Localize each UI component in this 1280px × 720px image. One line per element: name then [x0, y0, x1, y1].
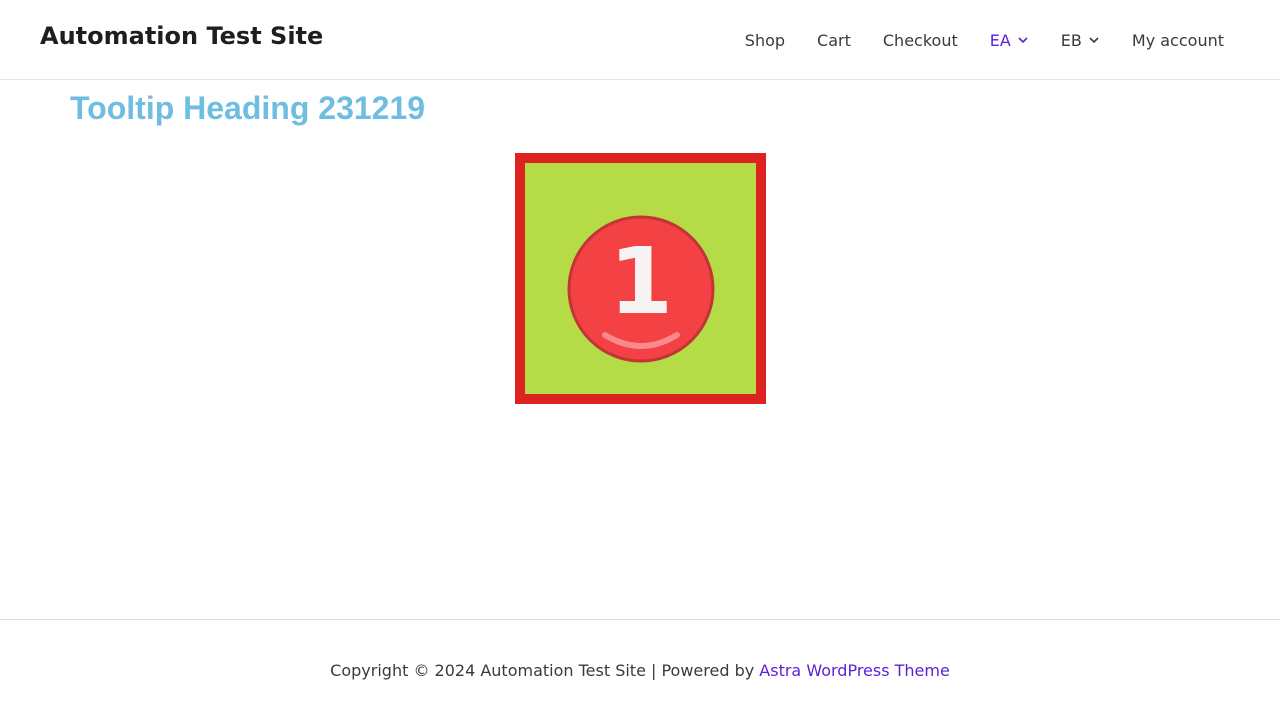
nav-item-ea-label: EA: [989, 30, 1011, 50]
nav-item-shop[interactable]: Shop: [729, 0, 801, 80]
footer-text: Copyright © 2024 Automation Test Site | …: [0, 661, 1280, 680]
nav-item-eb-label: EB: [1060, 30, 1082, 50]
tooltip-heading[interactable]: Tooltip Heading 231219: [70, 90, 425, 127]
site-footer: Copyright © 2024 Automation Test Site | …: [0, 619, 1280, 720]
chevron-down-icon[interactable]: [1017, 34, 1029, 46]
nav-item-ea[interactable]: EA: [974, 0, 1045, 80]
chevron-down-icon[interactable]: [1088, 34, 1100, 46]
copyright-text: Copyright © 2024 Automation Test Site | …: [330, 661, 760, 680]
nav-item-cart[interactable]: Cart: [801, 0, 867, 80]
site-title-link[interactable]: Automation Test Site: [40, 22, 323, 50]
nav-item-my-account-label: My account: [1131, 30, 1224, 50]
nav-item-my-account[interactable]: My account: [1116, 0, 1240, 80]
astra-theme-link[interactable]: Astra WordPress Theme: [759, 661, 950, 680]
badge-number: 1: [609, 228, 673, 335]
nav-item-cart-label: Cart: [817, 30, 851, 50]
nav-item-checkout-label: Checkout: [882, 30, 958, 50]
number-one-badge-icon: 1: [567, 215, 715, 363]
nav-item-eb[interactable]: EB: [1045, 0, 1116, 80]
site-header: Automation Test Site Shop Cart Checkout …: [0, 0, 1280, 80]
primary-nav: Shop Cart Checkout EA EB My account: [729, 0, 1240, 80]
number-one-image[interactable]: 1: [515, 153, 766, 404]
nav-item-shop-label: Shop: [744, 30, 786, 50]
nav-item-checkout[interactable]: Checkout: [867, 0, 974, 80]
